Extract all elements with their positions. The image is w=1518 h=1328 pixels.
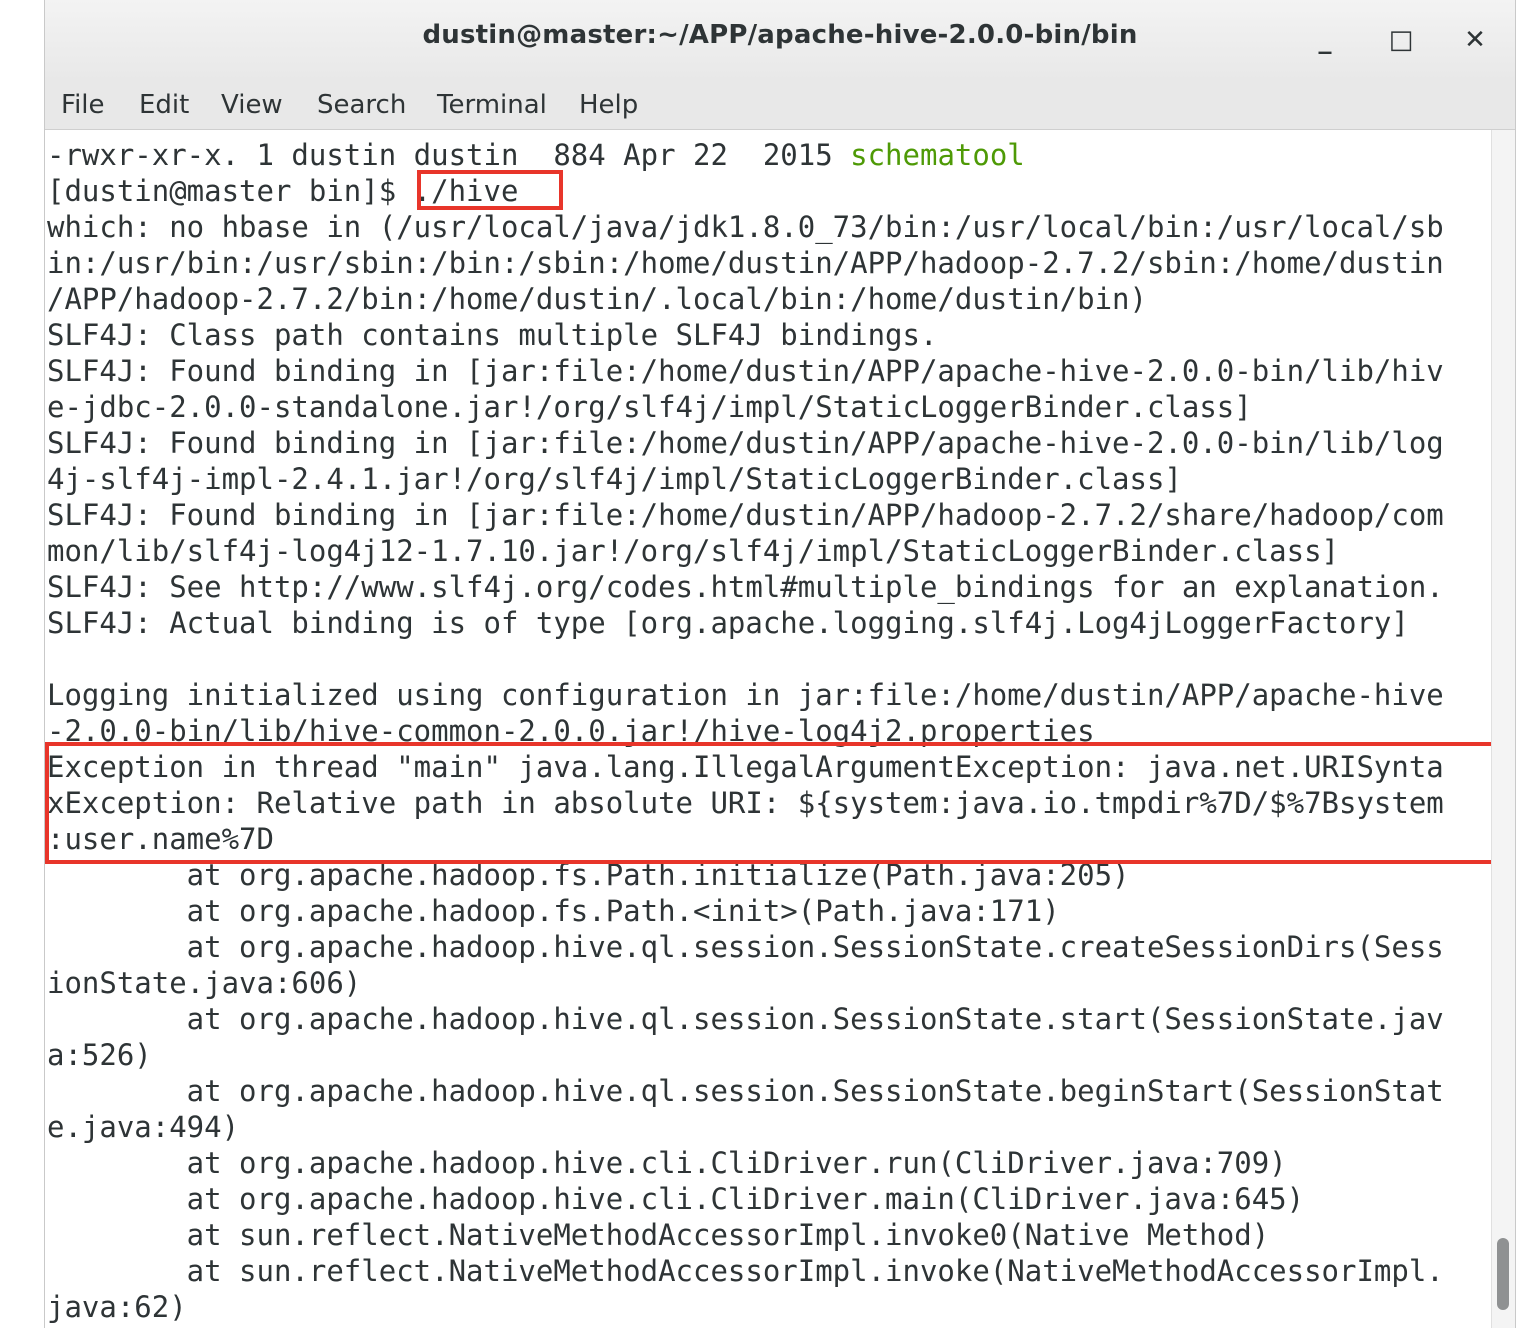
- terminal-line: at org.apache.hadoop.hive.cli.CliDriver.…: [47, 1146, 1287, 1180]
- shell-prompt: [dustin@master bin]$: [47, 174, 414, 208]
- terminal-line: SLF4J: See http://www.slf4j.org/codes.ht…: [47, 570, 1444, 604]
- terminal-line: at org.apache.hadoop.hive.ql.session.Ses…: [47, 1002, 1444, 1036]
- exception-highlight-box: [45, 742, 1515, 864]
- terminal-line: /APP/hadoop-2.7.2/bin:/home/dustin/.loca…: [47, 282, 1147, 316]
- menu-edit[interactable]: Edit: [139, 90, 189, 120]
- terminal-window: dustin@master:~/APP/apache-hive-2.0.0-bi…: [44, 0, 1516, 1328]
- terminal-line: SLF4J: Found binding in [jar:file:/home/…: [47, 498, 1444, 532]
- terminal-line: mon/lib/slf4j-log4j12-1.7.10.jar!/org/sl…: [47, 534, 1340, 568]
- terminal-line: at org.apache.hadoop.hive.ql.session.Ses…: [47, 1074, 1444, 1108]
- menu-terminal[interactable]: Terminal: [437, 90, 547, 120]
- terminal-line: Logging initialized using configuration …: [47, 678, 1444, 712]
- terminal-line: at sun.reflect.NativeMethodAccessorImpl.…: [47, 1254, 1444, 1288]
- executable-filename: schematool: [850, 138, 1025, 172]
- terminal-line: java:62): [47, 1290, 187, 1324]
- terminal-line: 4j-slf4j-impl-2.4.1.jar!/org/slf4j/impl/…: [47, 462, 1182, 496]
- terminal-line: which: no hbase in (/usr/local/java/jdk1…: [47, 210, 1444, 244]
- terminal-line: at org.apache.hadoop.hive.ql.session.Ses…: [47, 930, 1444, 964]
- terminal-line: a:526): [47, 1038, 152, 1072]
- menu-search[interactable]: Search: [317, 90, 406, 120]
- terminal-line: SLF4J: Found binding in [jar:file:/home/…: [47, 354, 1444, 388]
- menu-help[interactable]: Help: [579, 90, 638, 120]
- terminal-output[interactable]: -rwxr-xr-x. 1 dustin dustin 884 Apr 22 2…: [47, 137, 1491, 1325]
- close-button[interactable]: ✕: [1457, 22, 1493, 58]
- title-bar[interactable]: dustin@master:~/APP/apache-hive-2.0.0-bi…: [45, 0, 1515, 82]
- prompt-line: [dustin@master bin]$ ./hive: [47, 173, 1491, 209]
- terminal-line: ionState.java:606): [47, 966, 362, 1000]
- terminal-line: SLF4J: Class path contains multiple SLF4…: [47, 318, 938, 352]
- terminal-line: e.java:494): [47, 1110, 240, 1144]
- terminal-line: SLF4J: Found binding in [jar:file:/home/…: [47, 426, 1444, 460]
- terminal-line: e-jdbc-2.0.0-standalone.jar!/org/slf4j/i…: [47, 390, 1252, 424]
- terminal-line: in:/usr/bin:/usr/sbin:/bin:/sbin:/home/d…: [47, 246, 1444, 280]
- terminal-line: at org.apache.hadoop.hive.cli.CliDriver.…: [47, 1182, 1305, 1216]
- window-title: dustin@master:~/APP/apache-hive-2.0.0-bi…: [422, 20, 1138, 50]
- scrollbar-thumb[interactable]: [1497, 1238, 1509, 1310]
- menu-bar: File Edit View Search Terminal Help: [45, 82, 1515, 130]
- terminal-line: at sun.reflect.NativeMethodAccessorImpl.…: [47, 1218, 1270, 1252]
- maximize-button[interactable]: □: [1383, 22, 1419, 58]
- command-highlight-box: [417, 170, 563, 210]
- terminal-line: SLF4J: Actual binding is of type [org.ap…: [47, 606, 1409, 640]
- menu-file[interactable]: File: [61, 90, 105, 120]
- menu-view[interactable]: View: [221, 90, 283, 120]
- ls-entry: -rwxr-xr-x. 1 dustin dustin 884 Apr 22 2…: [47, 138, 851, 172]
- minimize-button[interactable]: _: [1307, 22, 1343, 58]
- scrollbar-track[interactable]: [1491, 130, 1515, 1328]
- terminal-line: at org.apache.hadoop.fs.Path.<init>(Path…: [47, 894, 1060, 928]
- terminal-line: -rwxr-xr-x. 1 dustin dustin 884 Apr 22 2…: [47, 137, 1491, 173]
